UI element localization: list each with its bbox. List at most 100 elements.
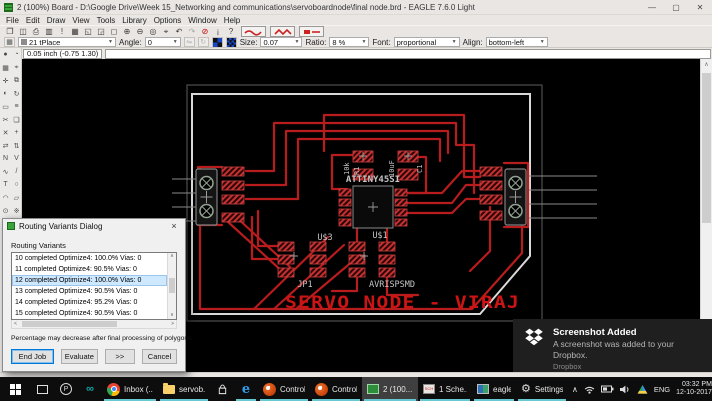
macro-button-1[interactable] [241, 26, 266, 37]
name-icon[interactable]: N [0, 152, 11, 165]
scroll-right-icon[interactable]: > [171, 321, 174, 327]
language-indicator[interactable]: ENG [654, 385, 670, 394]
menu-edit[interactable]: Edit [26, 16, 40, 25]
zoom-out-icon[interactable]: ⊖ [134, 26, 146, 37]
add-icon[interactable]: + [11, 126, 22, 139]
explorer-taskbar-item[interactable]: servob... [158, 377, 210, 401]
menu-tools[interactable]: Tools [97, 16, 116, 25]
end-job-button[interactable]: End Job [11, 349, 54, 364]
task-view-button[interactable] [30, 377, 54, 401]
signal-icon[interactable]: ※ [11, 204, 22, 217]
show-tool-icon[interactable]: ◔ [11, 48, 22, 61]
polygon-icon[interactable]: ▱ [11, 191, 22, 204]
evaluate-button[interactable]: Evaluate [60, 349, 98, 364]
paste-icon[interactable]: ❏ [11, 113, 22, 126]
grid-icon[interactable]: ▦ [69, 26, 81, 37]
routing-variant-row[interactable]: 15 completed Optimize4: 90.5% Vias: 0 [12, 308, 167, 319]
zoom-redraw-icon[interactable]: ◎ [147, 26, 159, 37]
open-icon[interactable]: ❐ [4, 26, 16, 37]
scroll-up-icon[interactable]: ∧ [701, 59, 712, 68]
mark-icon[interactable]: ⌖ [11, 61, 22, 74]
scrollbar-thumb[interactable] [702, 73, 711, 223]
help-icon[interactable]: ? [225, 26, 237, 37]
info-icon[interactable]: ¡ [212, 26, 224, 37]
zoom-fit-icon[interactable]: ◻ [108, 26, 120, 37]
p-app-button[interactable]: P [54, 377, 78, 401]
redo-icon[interactable]: ↷ [186, 26, 198, 37]
maximize-button[interactable]: ▢ [664, 0, 688, 14]
ratio-select[interactable]: 8 % ▼ [329, 37, 370, 47]
display-layers-icon[interactable]: ▦ [0, 61, 11, 74]
scroll-left-icon[interactable]: < [14, 321, 17, 327]
routing-variant-row[interactable]: 14 completed Optimize4: 95.2% Vias: 0 [12, 297, 167, 308]
eagle-schematic-item[interactable]: 1 Sche... [418, 377, 472, 401]
zoom-select-icon[interactable]: ⌖ [160, 26, 172, 37]
window-board-icon[interactable]: ◱ [82, 26, 94, 37]
font-select[interactable]: proportional ▼ [393, 37, 460, 47]
arc-icon[interactable]: ◠ [0, 191, 11, 204]
replace-icon[interactable]: ⇅ [11, 139, 22, 152]
menu-library[interactable]: Library [122, 16, 146, 25]
stop-icon[interactable]: ⊘ [199, 26, 211, 37]
menu-options[interactable]: Options [154, 16, 182, 25]
undo-icon[interactable]: ↶ [173, 26, 185, 37]
eagle-control-panel-item-1[interactable]: Control... [258, 377, 310, 401]
close-button[interactable]: ✕ [688, 0, 712, 14]
size-select[interactable]: 0.07 ▼ [260, 37, 303, 47]
layer-select[interactable]: 21 tPlace ▼ [18, 37, 116, 47]
list-horizontal-scrollbar[interactable]: < > [11, 320, 177, 329]
menu-file[interactable]: File [6, 16, 19, 25]
angle-select[interactable]: 0 ▼ [144, 37, 181, 47]
script-icon[interactable]: ! [56, 26, 68, 37]
routing-variant-row[interactable]: 10 completed Optimize4: 100.0% Vias: 0 [12, 253, 167, 264]
menu-view[interactable]: View [72, 16, 89, 25]
dialog-title-bar[interactable]: Routing Variants Dialog × [3, 219, 185, 233]
spin-toggle-icon[interactable]: ↻ [197, 37, 209, 47]
ripup-icon[interactable]: / [11, 165, 22, 178]
rotate-icon[interactable]: ↻ [11, 87, 22, 100]
google-drive-icon[interactable] [637, 384, 648, 394]
speaker-icon[interactable] [619, 385, 631, 394]
more-button[interactable]: >> [104, 349, 135, 364]
macro-button-3[interactable] [299, 26, 324, 37]
taskbar-clock[interactable]: 03:32 PM 12-10-2017 [676, 381, 712, 397]
checker-icon-2[interactable] [225, 37, 237, 47]
routing-variant-row[interactable]: 11 completed Optimize4: 90.5% Vias: 0 [12, 264, 167, 275]
circle-icon[interactable]: ○ [11, 178, 22, 191]
menu-window[interactable]: Window [188, 16, 216, 25]
wifi-icon[interactable] [584, 385, 595, 394]
mirror-toggle-icon[interactable]: ⇋ [183, 37, 195, 47]
chrome-taskbar-item[interactable]: Inbox (... [102, 377, 158, 401]
save-icon[interactable]: ◫ [17, 26, 29, 37]
dropbox-notification[interactable]: Screenshot Added A screenshot was added … [513, 319, 712, 372]
eagle-board-item[interactable]: 2 (100... [362, 377, 418, 401]
value-icon[interactable]: V [11, 152, 22, 165]
macro-button-2[interactable] [270, 26, 295, 37]
minimize-button[interactable]: — [640, 0, 664, 14]
info-tool-icon[interactable]: ● [0, 48, 11, 61]
window-schematic-icon[interactable]: ◲ [95, 26, 107, 37]
mirror-icon[interactable]: ◐ [0, 87, 11, 100]
hscrollbar-thumb[interactable] [22, 321, 118, 327]
list-vertical-scrollbar[interactable]: ∧ ∨ [167, 253, 176, 319]
export-image-icon[interactable]: ▥ [43, 26, 55, 37]
cancel-button[interactable]: Cancel [141, 349, 177, 364]
zoom-in-icon[interactable]: ⊕ [121, 26, 133, 37]
command-input[interactable] [105, 48, 711, 59]
copy-icon[interactable]: ⧉ [11, 74, 22, 87]
store-button[interactable] [210, 377, 234, 401]
layer-settings-icon[interactable]: ▦ [4, 37, 15, 47]
routing-variant-row[interactable]: 12 completed Optimize4: 100.0% Vias: 0 [12, 275, 167, 286]
settings-item[interactable]: ⚙ Settings [516, 377, 568, 401]
delete-icon[interactable]: ✕ [0, 126, 11, 139]
edge-button[interactable]: e [234, 377, 258, 401]
via-icon[interactable]: ⊙ [0, 204, 11, 217]
checker-icon-1[interactable] [211, 37, 223, 47]
text-icon[interactable]: T [0, 178, 11, 191]
arduino-button[interactable]: ∞ [78, 377, 102, 401]
change-icon[interactable]: ≡ [11, 100, 22, 113]
menu-help[interactable]: Help [224, 16, 240, 25]
pinswap-icon[interactable]: ⇄ [0, 139, 11, 152]
menu-draw[interactable]: Draw [47, 16, 66, 25]
battery-icon[interactable] [600, 385, 614, 393]
